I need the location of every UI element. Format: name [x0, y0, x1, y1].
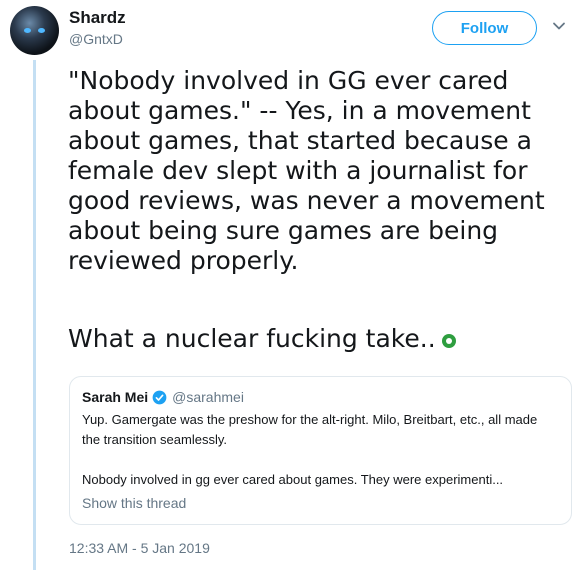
quoted-tweet-card[interactable]: Sarah Mei @sarahmei Yup. Gamergate was t… — [69, 376, 572, 525]
quoted-tweet-header: Sarah Mei @sarahmei — [82, 389, 244, 405]
verified-badge-icon — [152, 390, 167, 404]
tweet-closing-text: What a nuclear fucking take.. — [68, 324, 436, 353]
show-thread-link[interactable]: Show this thread — [82, 495, 186, 511]
tweet-closing-line: What a nuclear fucking take.. — [68, 322, 456, 356]
avatar-eye-left — [24, 28, 31, 33]
quoted-paragraph-2: Nobody involved in gg ever cared about g… — [82, 472, 504, 487]
quoted-author-handle: @sarahmei — [172, 389, 244, 405]
chevron-down-icon[interactable] — [551, 18, 567, 34]
avatar[interactable] — [10, 6, 59, 55]
avatar-eye-right — [38, 28, 45, 33]
tweet-body: "Nobody involved in GG ever cared about … — [68, 66, 553, 275]
ok-hand-emoji-icon — [441, 334, 456, 348]
author-handle[interactable]: @GntxD — [69, 31, 123, 47]
follow-button[interactable]: Follow — [432, 11, 537, 45]
quoted-author-name: Sarah Mei — [82, 389, 149, 405]
quoted-paragraph-1: Yup. Gamergate was the preshow for the a… — [82, 412, 538, 447]
tweet-timestamp[interactable]: 12:33 AM - 5 Jan 2019 — [69, 540, 210, 556]
quoted-tweet-text: Yup. Gamergate was the preshow for the a… — [82, 410, 552, 490]
thread-line — [33, 60, 36, 570]
author-name[interactable]: Shardz — [69, 8, 126, 28]
